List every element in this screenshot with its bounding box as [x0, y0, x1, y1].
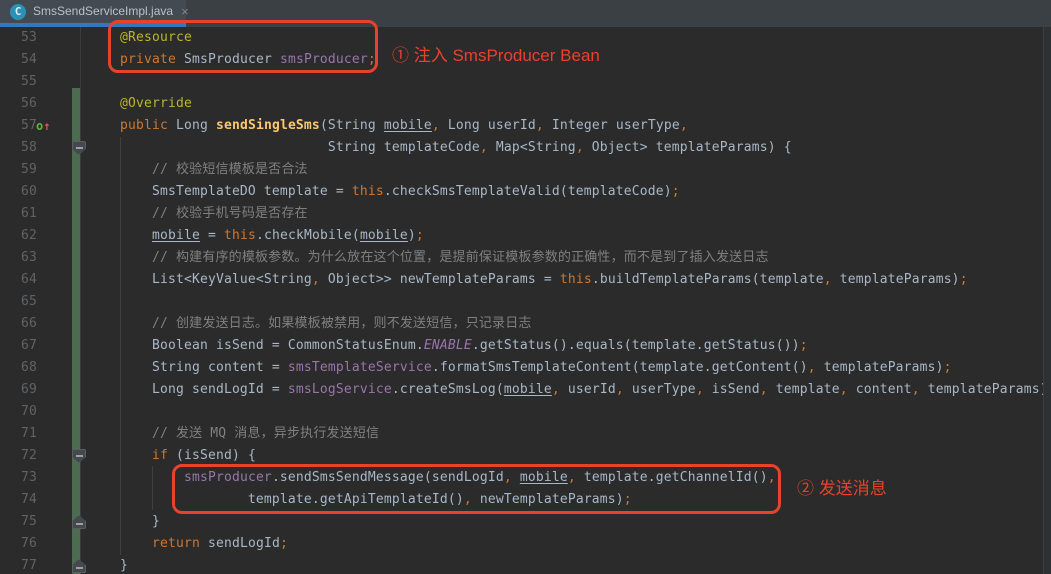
code-line[interactable]: public Long sendSingleSms(String mobile,… [88, 115, 1051, 137]
line-number[interactable]: 71 [0, 423, 37, 445]
line-number[interactable]: 67 [0, 335, 37, 357]
line-number[interactable]: 73 [0, 467, 37, 489]
line-number[interactable]: 62 [0, 225, 37, 247]
code-line[interactable]: mobile = this.checkMobile(mobile); [88, 225, 1051, 247]
line-number[interactable]: 76 [0, 533, 37, 555]
code-line[interactable]: // 发送 MQ 消息，异步执行发送短信 [88, 423, 1051, 445]
code-line[interactable]: // 创建发送日志。如果模板被禁用，则不发送短信，只记录日志 [88, 313, 1051, 335]
annotation-label-1: ① 注入 SmsProducer Bean [392, 44, 600, 68]
code-line[interactable]: // 校验短信模板是否合法 [88, 159, 1051, 181]
code-line[interactable]: Boolean isSend = CommonStatusEnum.ENABLE… [88, 335, 1051, 357]
java-class-icon: C [10, 4, 26, 20]
line-number-gutter: 5354555657585960616263646566676869707172… [0, 27, 37, 574]
line-number[interactable]: 61 [0, 203, 37, 225]
line-number[interactable]: 70 [0, 401, 37, 423]
line-number[interactable]: 75 [0, 511, 37, 533]
line-number[interactable]: 74 [0, 489, 37, 511]
line-number[interactable]: 65 [0, 291, 37, 313]
line-number[interactable]: 69 [0, 379, 37, 401]
line-number[interactable]: 55 [0, 71, 37, 93]
error-stripe [1043, 27, 1051, 574]
line-number[interactable]: 60 [0, 181, 37, 203]
vcs-change-bar[interactable] [72, 88, 80, 574]
line-number[interactable]: 54 [0, 49, 37, 71]
code-line[interactable]: // 校验手机号码是否存在 [88, 203, 1051, 225]
line-number[interactable]: 68 [0, 357, 37, 379]
annotation-box-send-message [172, 464, 781, 514]
line-number[interactable]: 56 [0, 93, 37, 115]
line-number[interactable]: 66 [0, 313, 37, 335]
code-line[interactable]: Long sendLogId = smsLogService.createSms… [88, 379, 1051, 401]
code-line[interactable]: // 构建有序的模板参数。为什么放在这个位置，是提前保证模板参数的正确性，而不是… [88, 247, 1051, 269]
line-number[interactable]: 77 [0, 555, 37, 574]
code-line[interactable]: } [88, 555, 1051, 574]
code-line[interactable]: List<KeyValue<String, Object>> newTempla… [88, 269, 1051, 291]
line-number[interactable]: 63 [0, 247, 37, 269]
code-line[interactable] [88, 291, 1051, 313]
code-line[interactable]: } [88, 511, 1051, 533]
annotation-box-inject-bean [108, 20, 378, 73]
line-number[interactable]: 53 [0, 27, 37, 49]
annotation-label-2: ② 发送消息 [797, 477, 887, 501]
overriding-method-icon[interactable]: o↑ [36, 115, 52, 137]
code-line[interactable]: SmsTemplateDO template = this.checkSmsTe… [88, 181, 1051, 203]
line-number[interactable]: 64 [0, 269, 37, 291]
line-number[interactable]: 72 [0, 445, 37, 467]
line-number[interactable]: 57 [0, 115, 37, 137]
code-line[interactable] [88, 71, 1051, 93]
code-line[interactable]: String content = smsTemplateService.form… [88, 357, 1051, 379]
gutter-separator [80, 27, 81, 574]
code-line[interactable]: return sendLogId; [88, 533, 1051, 555]
code-line[interactable]: @Override [88, 93, 1051, 115]
line-number[interactable]: 59 [0, 159, 37, 181]
code-line[interactable]: String templateCode, Map<String, Object>… [88, 137, 1051, 159]
code-line[interactable] [88, 401, 1051, 423]
line-number[interactable]: 58 [0, 137, 37, 159]
